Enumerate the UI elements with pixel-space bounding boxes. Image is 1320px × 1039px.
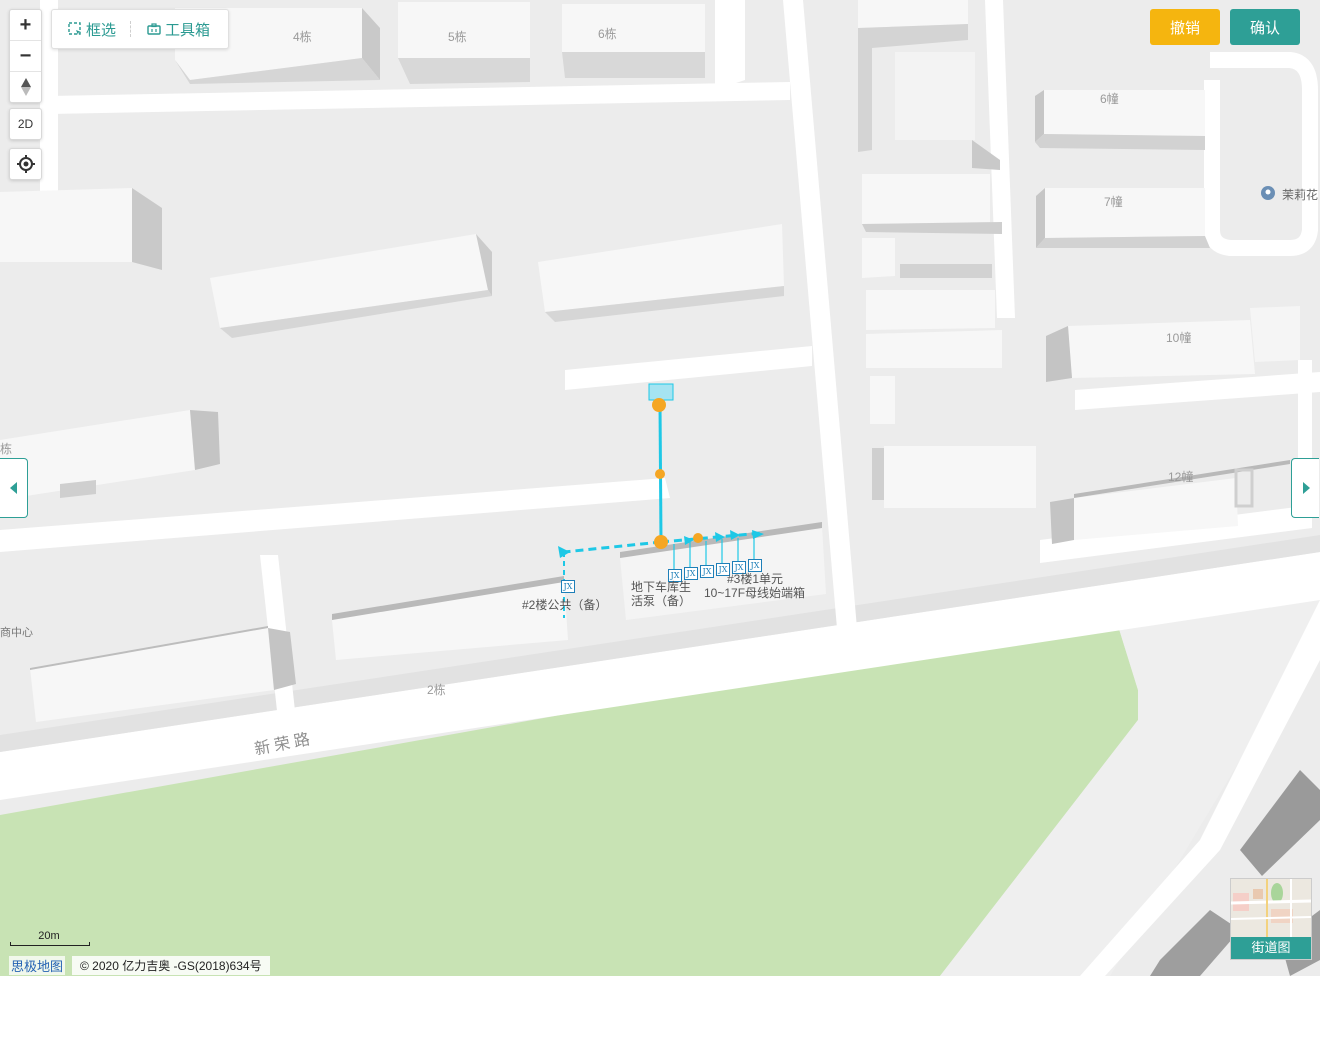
node-source[interactable] [652,398,666,412]
jx-box[interactable]: JX [748,559,762,572]
poi-building3-line1[interactable]: #3楼1单元 [727,572,783,586]
box-select-icon [68,22,82,36]
street-view-label: 街道图 [1231,937,1311,959]
mode-2d-button[interactable]: 2D [9,108,42,140]
scale-bar: 20m [10,930,90,946]
node-junction[interactable] [654,535,668,549]
poi-garage-pump-line2[interactable]: 活泵（备） [631,594,691,608]
branch-line-right[interactable] [660,531,763,544]
label-building-7: 7幢 [1104,195,1123,209]
label-building-6: 6栋 [598,27,617,41]
label-building-6-right: 6幢 [1100,92,1119,106]
node-mid[interactable] [655,469,665,479]
jx-box[interactable]: JX [700,565,714,578]
street-map-thumbnail [1231,879,1311,939]
locate-button[interactable] [9,148,42,180]
cable-network-layer[interactable] [0,0,1320,976]
scale-label: 20m [38,930,60,942]
chevron-right-icon [1302,482,1310,494]
box-select-tool[interactable]: 框选 [52,10,130,48]
toolbox-label: 工具箱 [165,21,211,39]
zoom-control: + − [9,9,42,103]
poi-garage-pump-line1[interactable]: 地下车库生 [631,580,691,594]
map-brand-link[interactable]: 思极地图 [9,956,66,975]
scale-line [10,942,90,946]
zoom-out-button[interactable]: − [10,41,41,72]
jx-box[interactable]: JX [561,580,575,593]
copyright-text: © 2020 亿力吉奥 -GS(2018)634号 [72,956,270,975]
label-building-2: 2栋 [427,683,446,697]
toolbox-tool[interactable]: 工具箱 [131,10,224,48]
chevron-left-icon [9,482,17,494]
map-toolbar: 框选 工具箱 [51,9,229,49]
toolbox-icon [147,22,161,36]
jx-box[interactable]: JX [684,567,698,580]
label-building-10: 10幢 [1166,331,1192,345]
right-panel-toggle[interactable] [1291,458,1319,518]
poi-building3-line2[interactable]: 10~17F母线始端箱 [704,586,805,600]
confirm-button[interactable]: 确认 [1230,9,1300,45]
undo-button[interactable]: 撤销 [1150,9,1220,45]
label-jasmine-garden: 茉莉花 [1282,188,1319,202]
label-left-center: 商中心 [0,627,33,639]
zoom-in-button[interactable]: + [10,10,41,41]
street-view-toggle[interactable]: 街道图 [1230,878,1312,960]
map-canvas[interactable]: JX JX JX JX JX JX JX 4栋 5栋 6栋 6幢 7幢 10幢 12幢 2栋… [0,0,1320,976]
compass-icon [20,78,31,96]
label-left-fragment: 栋 [0,442,13,456]
box-select-label: 框选 [86,21,117,39]
left-panel-toggle[interactable] [0,458,28,518]
poi-building2-public[interactable]: #2楼公共（备） [522,598,607,612]
locate-icon [16,155,35,173]
branch-line-left[interactable] [563,540,662,554]
label-building-12: 12幢 [1168,470,1194,484]
source-box[interactable] [648,383,674,401]
label-building-4: 4栋 [293,30,312,44]
node-right[interactable] [693,533,703,543]
label-building-5: 5栋 [448,30,467,44]
compass-button[interactable] [10,72,41,102]
